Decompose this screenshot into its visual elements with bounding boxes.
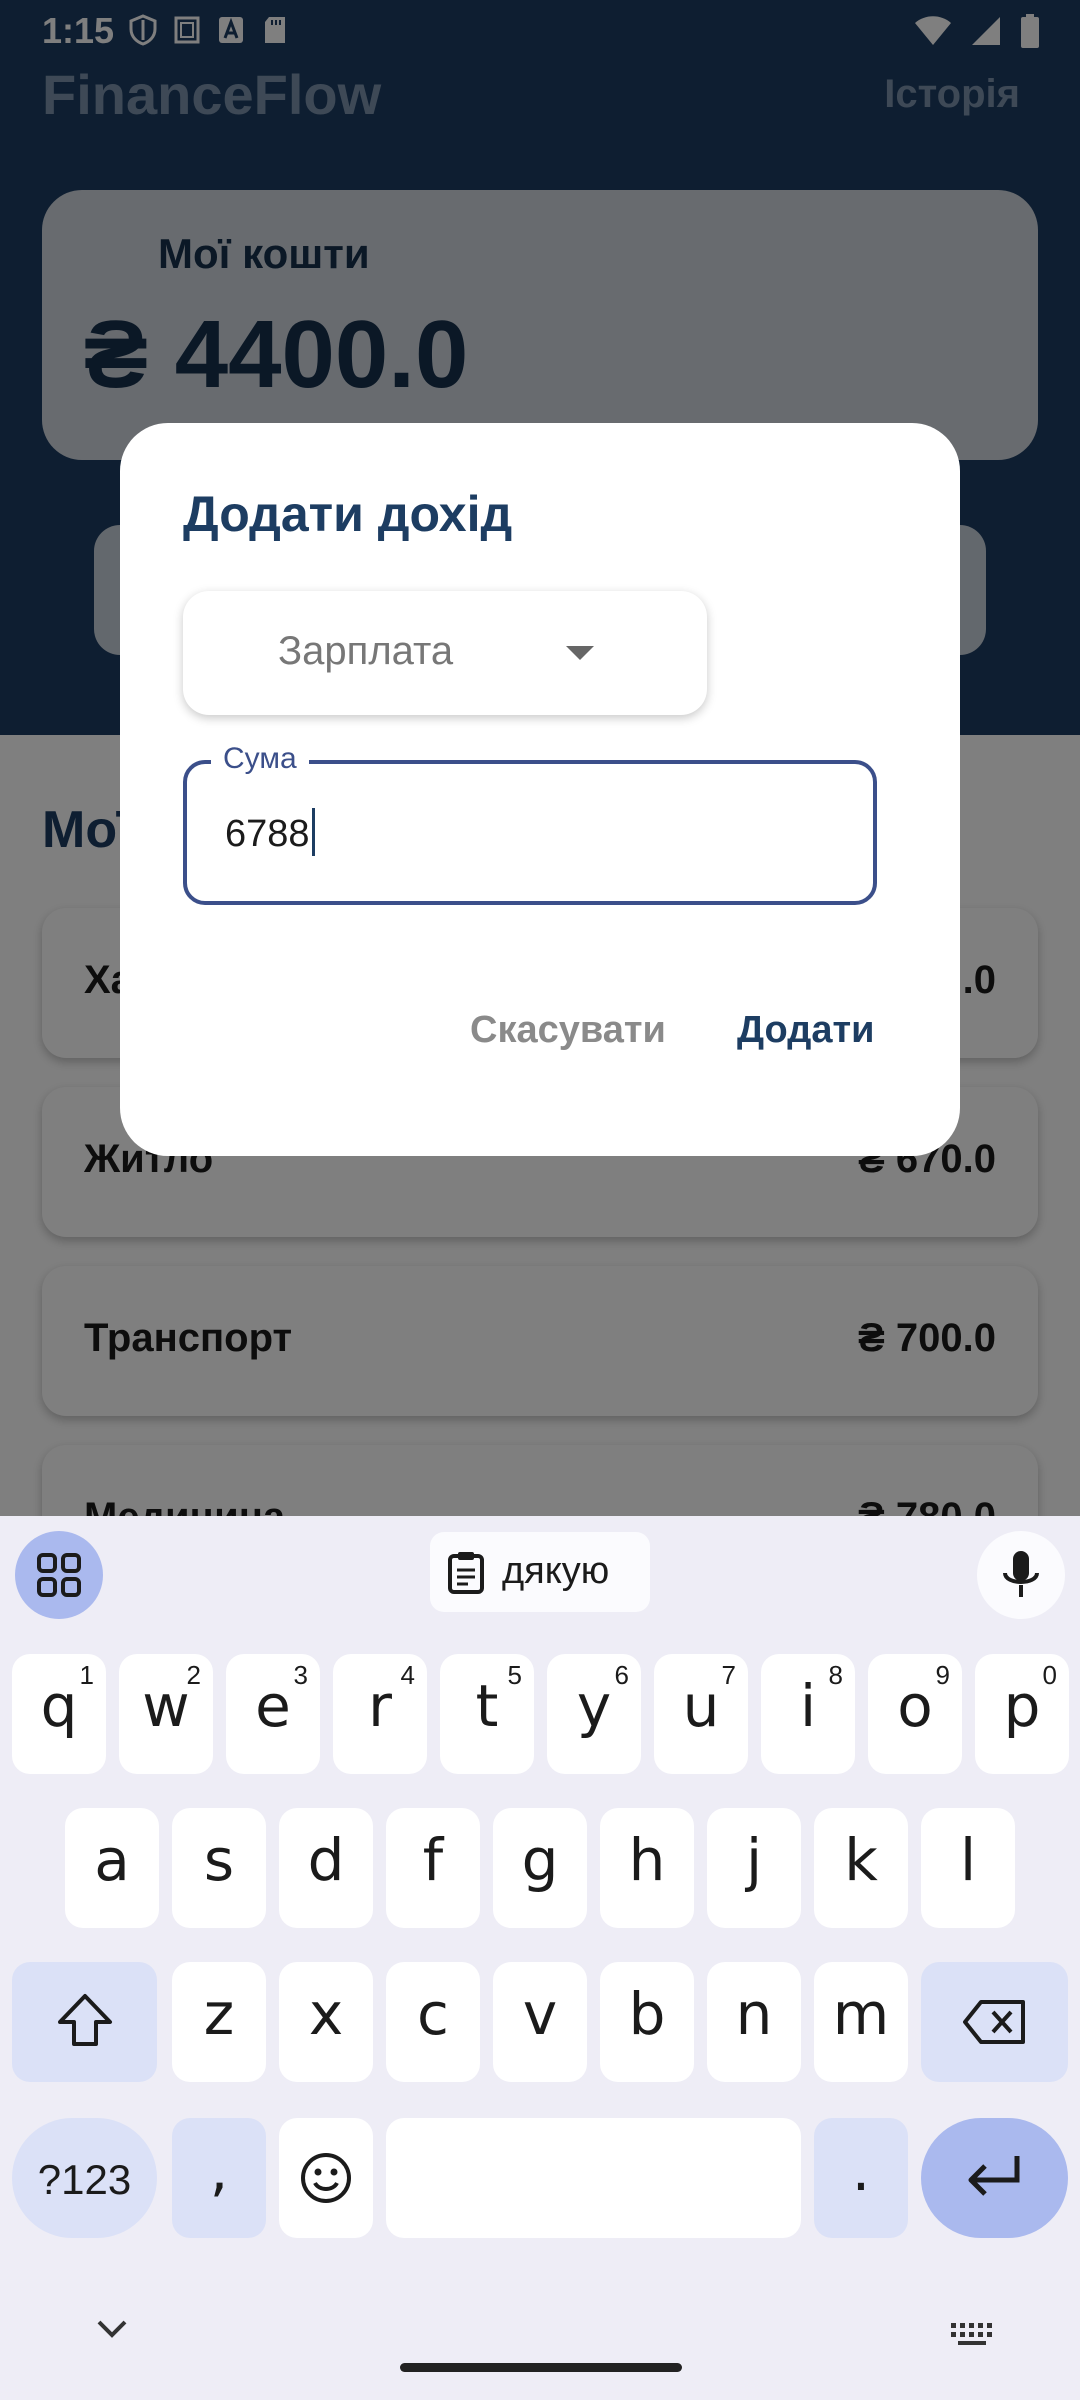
amount-field-value-wrap: 6788 <box>225 808 315 856</box>
keyboard-hide-icon[interactable] <box>95 2318 129 2340</box>
category-dropdown[interactable]: Зарплата <box>183 591 707 715</box>
key-label: d <box>307 1826 345 1894</box>
key-label: a <box>94 1826 130 1894</box>
key-label: v <box>522 1980 558 2048</box>
text-cursor <box>311 808 315 856</box>
key-i[interactable]: i8 <box>761 1654 855 1774</box>
key-label: f <box>422 1826 444 1894</box>
key-label: j <box>745 1826 763 1894</box>
key-hint: 0 <box>1042 1660 1057 1690</box>
key-label: l <box>959 1826 977 1894</box>
dropdown-arrow-icon <box>566 646 594 660</box>
key-y[interactable]: y6 <box>547 1654 641 1774</box>
key-n[interactable]: n <box>707 1962 801 2082</box>
key-label: m <box>832 1980 890 2048</box>
key-c[interactable]: c <box>386 1962 480 2082</box>
amount-field-value: 6788 <box>225 813 310 855</box>
key-hint: 1 <box>79 1660 94 1690</box>
key-k[interactable]: k <box>814 1808 908 1928</box>
key-label: s <box>203 1826 235 1894</box>
comma-key[interactable]: , <box>172 2118 266 2238</box>
key-hint: 8 <box>828 1660 843 1690</box>
emoji-key[interactable] <box>279 2118 373 2238</box>
enter-icon <box>968 2156 1020 2196</box>
key-hint: 2 <box>186 1660 201 1690</box>
key-u[interactable]: u7 <box>654 1654 748 1774</box>
key-label: z <box>203 1980 235 2048</box>
key-s[interactable]: s <box>172 1808 266 1928</box>
key-hint: 4 <box>400 1660 415 1690</box>
key-a[interactable]: a <box>65 1808 159 1928</box>
period-key[interactable]: . <box>814 2118 908 2238</box>
key-label: h <box>628 1826 666 1894</box>
key-e[interactable]: e3 <box>226 1654 320 1774</box>
key-w[interactable]: w2 <box>119 1654 213 1774</box>
grid-icon <box>37 1553 81 1597</box>
key-hint: 9 <box>935 1660 950 1690</box>
key-label: ?123 <box>37 2156 132 2203</box>
key-label: k <box>844 1826 878 1894</box>
amount-field-label: Сума <box>211 742 309 776</box>
key-b[interactable]: b <box>600 1962 694 2082</box>
key-l[interactable]: l <box>921 1808 1015 1928</box>
shift-key[interactable] <box>12 1962 157 2082</box>
key-r[interactable]: r4 <box>333 1654 427 1774</box>
key-hint: 3 <box>293 1660 308 1690</box>
space-key[interactable] <box>386 2118 801 2238</box>
key-label: c <box>417 1980 449 2048</box>
apps-grid-button[interactable] <box>15 1531 103 1619</box>
enter-key[interactable] <box>921 2118 1068 2238</box>
keyboard-switch-icon[interactable] <box>950 2322 994 2348</box>
key-hint: 6 <box>614 1660 629 1690</box>
key-label: b <box>628 1980 666 2048</box>
clipboard-icon <box>448 1552 484 1594</box>
emoji-icon <box>301 2153 351 2203</box>
cancel-button[interactable]: Скасувати <box>470 1009 666 1052</box>
suggestion-chip[interactable]: дякую <box>430 1532 650 1612</box>
key-m[interactable]: m <box>814 1962 908 2082</box>
amount-input[interactable]: Сума 6788 <box>183 742 877 905</box>
symbols-key[interactable]: ?123 <box>12 2118 157 2238</box>
key-t[interactable]: t5 <box>440 1654 534 1774</box>
voice-input-button[interactable] <box>977 1531 1065 1619</box>
key-x[interactable]: x <box>279 1962 373 2082</box>
backspace-icon <box>963 2000 1025 2044</box>
shift-icon <box>58 1994 112 2046</box>
dialog-title: Додати дохід <box>183 486 513 542</box>
key-f[interactable]: f <box>386 1808 480 1928</box>
key-label: n <box>735 1980 773 2048</box>
key-h[interactable]: h <box>600 1808 694 1928</box>
microphone-icon <box>1003 1551 1039 1597</box>
key-label: x <box>308 1980 344 2048</box>
key-hint: 5 <box>507 1660 522 1690</box>
key-label: , <box>209 2136 229 2204</box>
key-p[interactable]: p0 <box>975 1654 1069 1774</box>
on-screen-keyboard: дякую <box>0 1516 1080 2400</box>
key-hint: 7 <box>721 1660 736 1690</box>
add-button[interactable]: Додати <box>737 1009 874 1052</box>
suggestion-text: дякую <box>502 1550 610 1592</box>
key-z[interactable]: z <box>172 1962 266 2082</box>
key-o[interactable]: o9 <box>868 1654 962 1774</box>
key-v[interactable]: v <box>493 1962 587 2082</box>
key-d[interactable]: d <box>279 1808 373 1928</box>
add-income-dialog: Додати дохід Зарплата Сума 6788 Скасуват… <box>120 423 960 1156</box>
key-label: . <box>851 2136 871 2204</box>
key-label: g <box>521 1826 559 1894</box>
category-selected-value: Зарплата <box>278 629 454 673</box>
backspace-key[interactable] <box>921 1962 1068 2082</box>
gesture-nav-handle[interactable] <box>400 2363 682 2372</box>
key-q[interactable]: q1 <box>12 1654 106 1774</box>
key-g[interactable]: g <box>493 1808 587 1928</box>
key-j[interactable]: j <box>707 1808 801 1928</box>
